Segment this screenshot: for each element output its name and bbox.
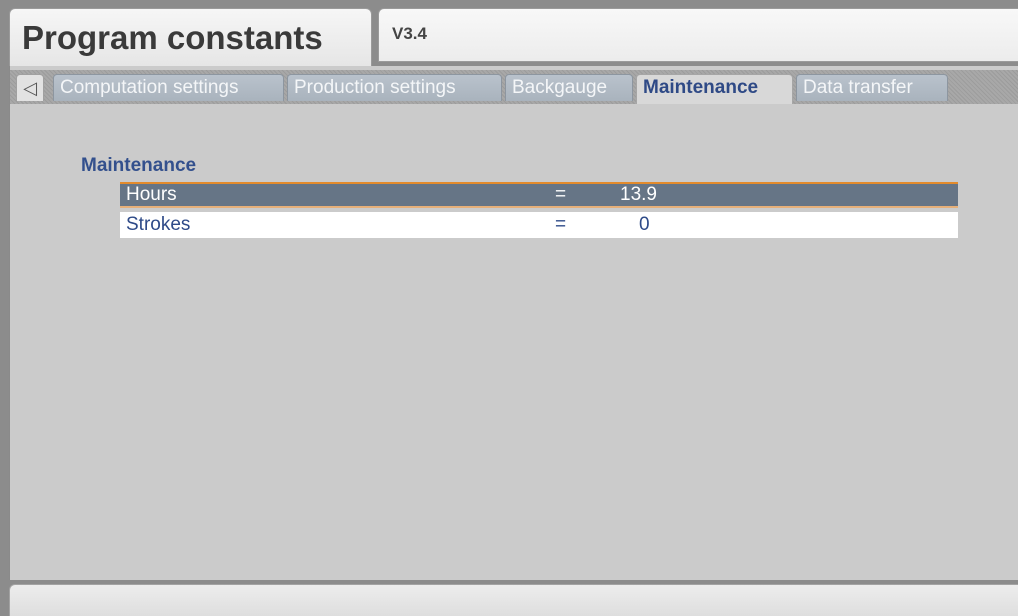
back-icon[interactable]: ◁ bbox=[16, 74, 44, 101]
row-strokes[interactable]: Strokes = 0 bbox=[120, 212, 958, 238]
bottom-bar bbox=[9, 584, 1018, 616]
row-label: Strokes bbox=[126, 214, 191, 235]
row-value: 13.9 bbox=[620, 184, 657, 205]
equals-sign: = bbox=[555, 184, 567, 205]
equals-sign: = bbox=[555, 214, 567, 235]
tab-backgauge[interactable]: Backgauge bbox=[505, 74, 633, 101]
tab-computation-settings[interactable]: Computation settings bbox=[53, 74, 284, 101]
main-panel: ◁ Computation settings Production settin… bbox=[9, 66, 1018, 580]
version-label: V3.4 bbox=[392, 24, 427, 43]
row-label: Hours bbox=[126, 184, 177, 205]
title-panel: Program constants bbox=[9, 8, 372, 66]
page-title: Program constants bbox=[22, 19, 323, 56]
section-title: Maintenance bbox=[81, 155, 197, 176]
tab-production-settings[interactable]: Production settings bbox=[287, 74, 502, 101]
version-panel: V3.4 bbox=[378, 8, 1018, 62]
row-hours[interactable]: Hours = 13.9 bbox=[120, 182, 958, 208]
tab-maintenance[interactable]: Maintenance bbox=[636, 74, 793, 104]
row-value: 0 bbox=[639, 214, 650, 235]
tab-data-transfer[interactable]: Data transfer bbox=[796, 74, 948, 101]
